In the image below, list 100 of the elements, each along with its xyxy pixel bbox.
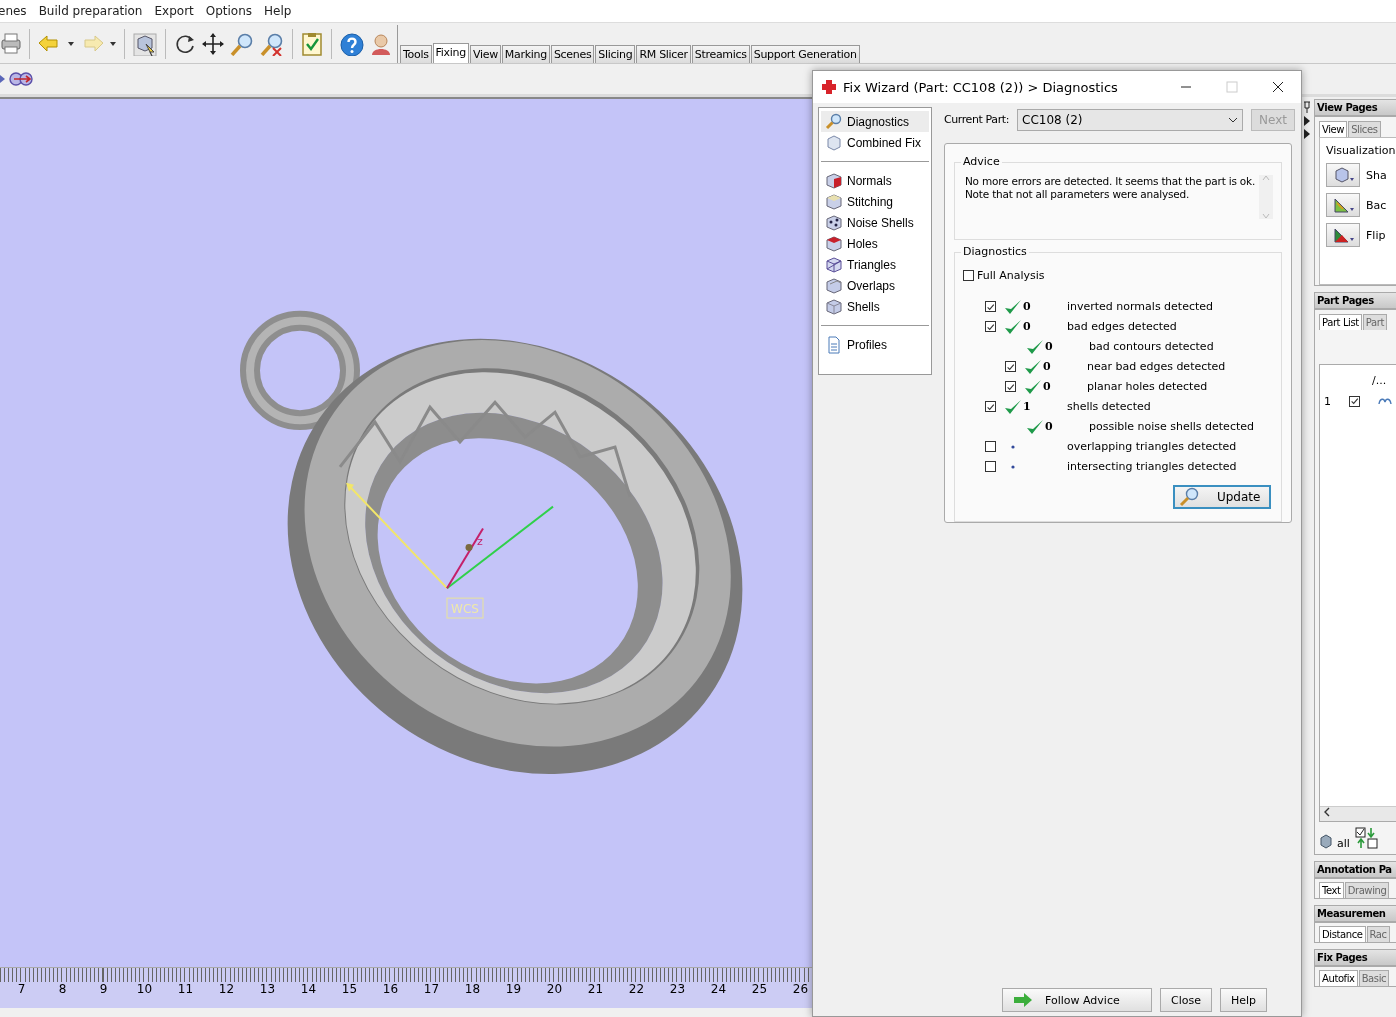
ruler-number: 17 xyxy=(422,982,441,996)
dialog-button[interactable]: Close xyxy=(1160,988,1212,1012)
toolbar-tab[interactable]: Streamics xyxy=(691,45,750,63)
panel-header[interactable]: Fix Pages xyxy=(1314,949,1396,966)
dialog-button[interactable]: Follow Advice xyxy=(1002,988,1152,1012)
checkbox[interactable] xyxy=(984,441,996,453)
nav-item[interactable]: Triangles xyxy=(821,254,929,275)
checkbox[interactable] xyxy=(984,401,996,413)
menu-item[interactable]: Help xyxy=(264,4,300,18)
scrollbar[interactable] xyxy=(1258,175,1273,219)
rotate-icon[interactable] xyxy=(173,32,197,56)
checklist-icon[interactable] xyxy=(300,32,324,56)
diagnostic-label: shells detected xyxy=(1066,400,1151,414)
nav-item[interactable]: Holes xyxy=(821,233,929,254)
scrollbar[interactable] xyxy=(1320,806,1396,821)
nav-item[interactable]: Stitching xyxy=(821,191,929,212)
axis-label: z xyxy=(477,535,483,549)
nav-item[interactable]: Noise Shells xyxy=(821,212,929,233)
linked-circles-icon[interactable] xyxy=(8,71,34,87)
window-title: Fix Wizard (Part: CC108 (2)) > Diagnostics xyxy=(843,79,1119,95)
cube-icon xyxy=(825,171,843,190)
ruler-number: 11 xyxy=(176,982,195,996)
toolbar-tab[interactable]: Slicing xyxy=(595,45,636,63)
nav-item[interactable]: Overlaps xyxy=(821,275,929,296)
toolbar-tab[interactable]: Support Generation xyxy=(750,45,860,63)
column-header[interactable]: /... xyxy=(1372,373,1387,387)
panel-tab[interactable]: View xyxy=(1319,121,1348,137)
nav-item[interactable]: Profiles xyxy=(821,334,929,355)
panel-tab[interactable]: Part xyxy=(1362,314,1387,330)
dialog-button[interactable]: Help xyxy=(1219,988,1268,1012)
panel-header[interactable]: Part Pages xyxy=(1314,292,1396,309)
row-number: 1 xyxy=(1324,394,1331,408)
checkbox[interactable] xyxy=(984,321,996,333)
panel-tab[interactable]: Part List xyxy=(1319,314,1362,330)
print-icon[interactable] xyxy=(0,32,22,56)
zoom-reset-icon[interactable] xyxy=(259,32,285,56)
menu-item[interactable]: Export xyxy=(154,4,202,18)
toolbar-tab[interactable]: Tools xyxy=(400,45,432,63)
diagnostic-label: overlapping triangles detected xyxy=(1066,440,1237,454)
cube-icon xyxy=(825,234,843,253)
menu-item[interactable]: Build preparation xyxy=(38,4,151,18)
checkbox-label[interactable]: Full Analysis xyxy=(976,269,1045,283)
ruler-number: 10 xyxy=(135,982,154,996)
checkbox[interactable] xyxy=(984,461,996,473)
ruler-number: 9 xyxy=(98,982,109,996)
ruler-number: 7 xyxy=(16,982,27,996)
pin-icon[interactable] xyxy=(1303,101,1311,113)
update-button[interactable]: Update xyxy=(1172,485,1271,509)
diagnostic-label: bad contours detected xyxy=(1088,340,1214,354)
toolbar-tab[interactable]: View xyxy=(469,45,501,63)
count: 0 xyxy=(1022,320,1032,334)
select-cube-icon[interactable] xyxy=(132,32,158,56)
panel-header[interactable]: View Pages xyxy=(1314,99,1396,116)
panel-tab[interactable]: Slices xyxy=(1348,121,1381,137)
support-person-icon[interactable] xyxy=(369,32,393,56)
menu-item[interactable]: Options xyxy=(205,4,261,18)
nav-item[interactable]: Diagnostics xyxy=(821,111,929,132)
cube-icon xyxy=(825,192,843,211)
scroll-left-icon[interactable] xyxy=(1324,807,1330,817)
checkbox[interactable] xyxy=(1004,361,1016,373)
toolbar-tab[interactable]: Marking xyxy=(501,45,550,63)
close-icon xyxy=(1272,81,1284,93)
move-icon[interactable] xyxy=(201,32,225,56)
select-all-label[interactable]: all xyxy=(1337,837,1350,850)
toggle-checks-icon[interactable] xyxy=(1353,826,1380,850)
panel-tab[interactable]: Autofix xyxy=(1319,970,1358,986)
nav-item[interactable]: Combined Fix xyxy=(821,132,929,153)
magnifier-icon xyxy=(1178,487,1199,507)
view-option-button[interactable] xyxy=(1326,193,1360,217)
ruler-number: 24 xyxy=(709,982,728,996)
toolbar-tab[interactable]: RM Slicer xyxy=(636,45,691,63)
zoom-icon[interactable] xyxy=(229,32,255,56)
nav-item[interactable]: Shells xyxy=(821,296,929,317)
checkbox[interactable] xyxy=(1004,381,1016,393)
nav-item[interactable]: Normals xyxy=(821,170,929,191)
view-option-button[interactable] xyxy=(1326,223,1360,247)
panel-tab[interactable]: Distance xyxy=(1319,926,1366,942)
part-dropdown[interactable]: CC108 (2) xyxy=(1017,109,1243,131)
view-option-label: Sha xyxy=(1366,168,1387,182)
count: 0 xyxy=(1044,420,1054,434)
cube-icon xyxy=(825,213,843,232)
panel-header[interactable]: Annotation Pa xyxy=(1314,861,1396,878)
help-icon[interactable] xyxy=(339,32,365,56)
panel-tab[interactable]: Basic xyxy=(1358,970,1390,986)
checkbox[interactable] xyxy=(1349,395,1360,407)
view-option-label: Bac xyxy=(1366,198,1387,212)
count: 0 xyxy=(1042,360,1052,374)
panel-header[interactable]: Measuremen xyxy=(1314,905,1396,922)
view-option-button[interactable] xyxy=(1326,163,1360,187)
panel-tab[interactable]: Text xyxy=(1319,882,1344,898)
checkbox[interactable] xyxy=(984,301,996,313)
toolbar-tab[interactable]: Fixing xyxy=(432,43,469,63)
panel-tab[interactable]: Rac xyxy=(1366,926,1390,942)
panel-tab[interactable]: Drawing xyxy=(1344,882,1390,898)
cube-icon[interactable] xyxy=(1319,834,1333,850)
toolbar-tab[interactable]: Scenes xyxy=(550,45,595,63)
ruler-number: 13 xyxy=(258,982,277,996)
count: 1 xyxy=(1022,400,1032,414)
cube-icon xyxy=(825,276,843,295)
checkbox[interactable] xyxy=(962,270,974,282)
